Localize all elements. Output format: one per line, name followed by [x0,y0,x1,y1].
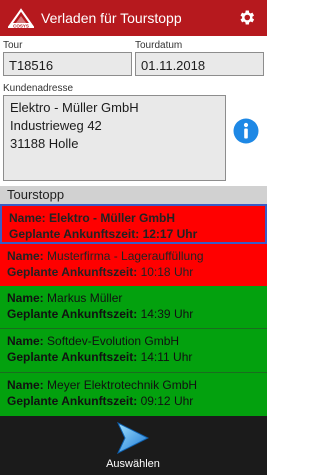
tour-label: Tour [3,40,23,51]
info-icon[interactable] [233,118,259,144]
stop-name: Musterfirma - Lagerauffüllung [47,249,204,263]
gear-icon[interactable] [237,8,256,27]
app-title: Verladen für Tourstopp [41,10,182,26]
date-label: Tourdatum [135,40,183,51]
list-item[interactable]: Name: Elektro - Müller GmbH Geplante Ank… [0,204,267,244]
list-item[interactable]: Name: Meyer Elektrotechnik GmbH Geplante… [0,373,267,416]
tourstopp-header: Tourstopp [0,186,267,204]
list-item[interactable]: Name: Musterfirma - Lagerauffüllung Gepl… [0,244,267,286]
bottom-bar: Auswählen [0,416,267,475]
time-key: Geplante Ankunftszeit: [7,350,138,364]
stop-time: 12:17 Uhr [142,227,198,241]
play-arrow-icon [116,422,149,454]
time-key: Geplante Ankunftszeit: [7,265,138,279]
stop-time: 14:39 Uhr [140,307,194,321]
select-button-label: Auswählen [106,458,160,470]
address-field[interactable]: Elektro - Müller GmbH Industrieweg 42 31… [3,95,226,181]
app-logo-icon[interactable]: COSYS [8,7,34,29]
address-label: Kundenadresse [3,83,74,94]
stop-name: Markus Müller [47,291,123,305]
time-key: Geplante Ankunftszeit: [7,307,138,321]
stop-name: Elektro - Müller GmbH [49,211,176,225]
stop-time: 09:12 Uhr [140,394,194,408]
name-key: Name: [7,249,44,263]
name-key: Name: [7,334,44,348]
name-key: Name: [9,211,46,225]
time-key: Geplante Ankunftszeit: [9,227,140,241]
stop-name: Softdev-Evolution GmbH [47,334,180,348]
stop-time: 14:11 Uhr [140,350,193,364]
time-key: Geplante Ankunftszeit: [7,394,138,408]
name-key: Name: [7,291,44,305]
stop-time: 10:18 Uhr [140,265,194,279]
stop-name: Meyer Elektrotechnik GmbH [47,378,198,392]
tourstopp-list: Name: Elektro - Müller GmbH Geplante Ank… [0,204,267,416]
list-item[interactable]: Name: Markus Müller Geplante Ankunftszei… [0,286,267,329]
svg-text:COSYS: COSYS [13,24,29,29]
select-button[interactable]: Auswählen [98,420,168,472]
name-key: Name: [7,378,44,392]
list-item[interactable]: Name: Softdev-Evolution GmbH Geplante An… [0,329,267,373]
date-field[interactable]: 01.11.2018 [135,52,264,76]
tour-field[interactable]: T18516 [3,52,132,76]
app-bar: COSYS Verladen für Tourstopp [0,0,267,36]
